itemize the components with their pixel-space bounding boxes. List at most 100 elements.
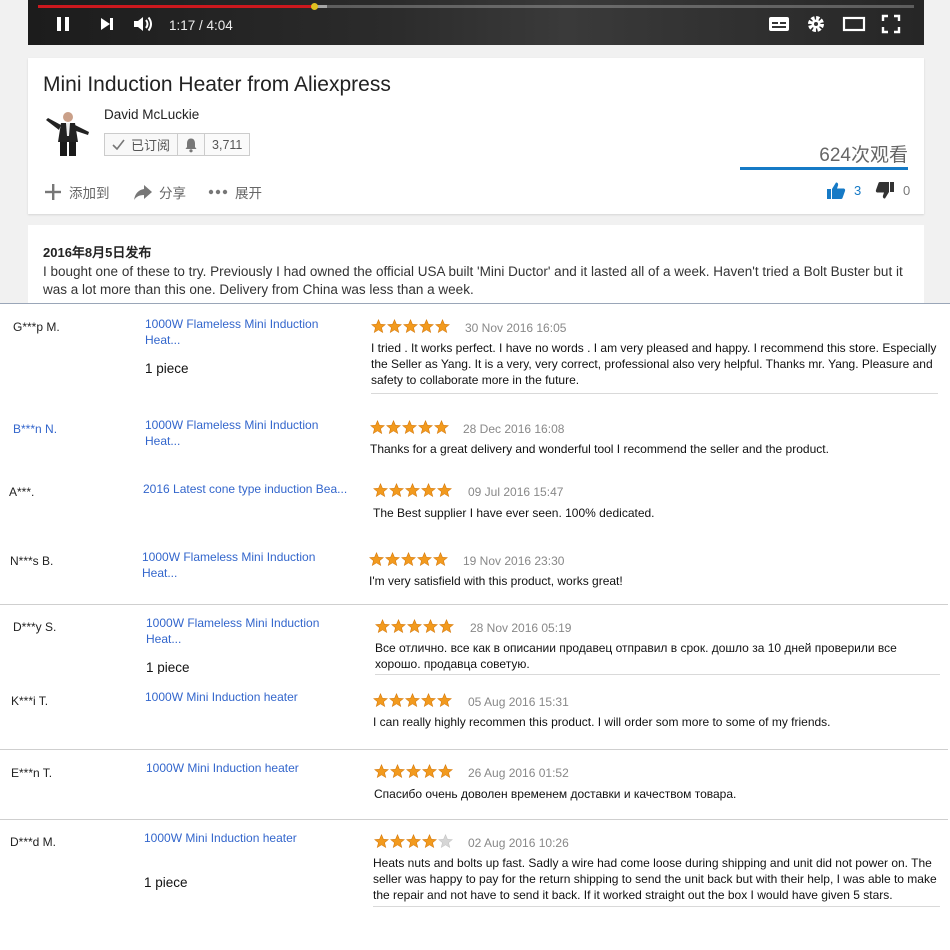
quantity: 1 piece	[145, 361, 189, 376]
time-readout: 1:17 / 4:04	[169, 18, 233, 33]
star-filled-icon	[369, 552, 384, 567]
review-text: I tried . It works perfect. I have no wo…	[371, 341, 937, 387]
notification-bell-button[interactable]	[178, 134, 206, 155]
row-divider	[375, 674, 940, 675]
buyer-name: N***s B.	[10, 554, 54, 568]
product-link[interactable]: 1000W Flameless Mini Induction Heat...	[146, 615, 336, 647]
pause-button[interactable]	[54, 15, 72, 37]
theater-icon	[842, 15, 866, 38]
thumbs-up-icon	[826, 181, 846, 200]
star-filled-icon	[422, 834, 437, 849]
dislike-button[interactable]: 0	[875, 181, 910, 200]
channel-avatar[interactable]	[42, 106, 94, 158]
star-rating	[373, 483, 452, 499]
review-date: 19 Nov 2016 23:30	[463, 554, 565, 568]
like-ratio-bar	[740, 167, 908, 170]
row-divider	[371, 393, 938, 394]
buyer-name: A***.	[9, 485, 35, 499]
product-link[interactable]: 1000W Mini Induction heater	[145, 689, 345, 705]
video-player[interactable]: 1:17 / 4:04	[28, 0, 924, 45]
next-button[interactable]	[98, 15, 116, 37]
product-link[interactable]: 1000W Flameless Mini Induction Heat...	[145, 316, 335, 348]
star-filled-icon	[407, 619, 422, 634]
volume-button[interactable]	[132, 15, 154, 37]
subscribe-group: 已订阅 3,711	[104, 133, 251, 156]
review-date: 28 Dec 2016 16:08	[463, 422, 565, 436]
youtube-panel: 1:17 / 4:04 Mini Induction Heater from A…	[0, 0, 950, 303]
gear-icon	[806, 14, 826, 39]
share-icon	[133, 183, 153, 201]
quantity: 1 piece	[144, 875, 188, 890]
progress-bar[interactable]	[38, 3, 914, 10]
star-filled-icon	[423, 619, 438, 634]
add-to-button[interactable]: 添加到	[44, 182, 110, 202]
subscribed-button[interactable]: 已订阅	[105, 134, 179, 155]
add-to-label: 添加到	[69, 186, 110, 201]
scrubber-handle[interactable]	[310, 3, 318, 10]
star-rating	[374, 764, 453, 780]
star-filled-icon	[435, 319, 450, 334]
subtitles-button[interactable]	[768, 15, 790, 37]
star-filled-icon	[371, 319, 386, 334]
review-text: Thanks for a great delivery and wonderfu…	[370, 442, 829, 456]
review-text: I can really highly recommen this produc…	[373, 715, 831, 729]
settings-button[interactable]	[806, 15, 826, 37]
review-date: 05 Aug 2016 15:31	[468, 695, 569, 709]
subtitles-icon	[768, 15, 790, 38]
star-filled-icon	[370, 420, 385, 435]
product-link[interactable]: 1000W Flameless Mini Induction Heat...	[145, 417, 335, 449]
section-divider	[0, 604, 948, 605]
product-link[interactable]: 1000W Mini Induction heater	[146, 760, 346, 776]
like-button[interactable]: 3	[826, 181, 861, 200]
description-card: 2016年8月5日发布 I bought one of these to try…	[28, 225, 924, 303]
star-rating	[369, 552, 448, 568]
review-text: The Best supplier I have ever seen. 100%…	[373, 506, 655, 520]
share-label: 分享	[159, 186, 186, 201]
pause-icon	[54, 15, 72, 38]
star-filled-icon	[437, 693, 452, 708]
product-link[interactable]: 1000W Mini Induction heater	[144, 830, 344, 846]
theater-mode-button[interactable]	[842, 15, 866, 37]
star-filled-icon	[403, 319, 418, 334]
star-filled-icon	[417, 552, 432, 567]
review-date: 02 Aug 2016 10:26	[468, 836, 569, 850]
review-date: 26 Aug 2016 01:52	[468, 766, 569, 780]
star-rating	[370, 420, 449, 436]
star-filled-icon	[421, 483, 436, 498]
buyer-name[interactable]: B***n N.	[13, 422, 57, 436]
star-filled-icon	[437, 483, 452, 498]
product-link[interactable]: 1000W Flameless Mini Induction Heat...	[142, 549, 332, 581]
quantity: 1 piece	[146, 660, 190, 674]
buyer-name: G***p M.	[13, 320, 60, 334]
star-filled-icon	[375, 619, 390, 634]
star-filled-icon	[373, 483, 388, 498]
star-filled-icon	[418, 420, 433, 435]
star-filled-icon	[386, 420, 401, 435]
star-filled-icon	[390, 834, 405, 849]
product-link[interactable]: 2016 Latest cone type induction Bea...	[143, 481, 358, 497]
fullscreen-button[interactable]	[881, 14, 901, 37]
star-rating	[375, 619, 454, 635]
more-button[interactable]: 展开	[208, 182, 262, 202]
checkmark-icon	[112, 139, 125, 150]
star-filled-icon	[401, 552, 416, 567]
more-label: 展开	[235, 186, 262, 201]
video-info-card: Mini Induction Heater from Aliexpress Da…	[28, 58, 924, 214]
star-filled-icon	[389, 483, 404, 498]
star-filled-icon	[385, 552, 400, 567]
share-button[interactable]: 分享	[133, 182, 186, 202]
subscriber-count: 3,711	[205, 134, 250, 155]
star-empty-icon	[438, 834, 453, 849]
subscribed-label: 已订阅	[131, 138, 171, 153]
star-filled-icon	[419, 319, 434, 334]
bell-icon	[183, 137, 199, 153]
star-filled-icon	[422, 764, 437, 779]
channel-name[interactable]: David McLuckie	[104, 107, 199, 122]
more-dots-icon	[208, 189, 228, 195]
publish-date: 2016年8月5日发布	[43, 245, 152, 260]
review-date: 28 Nov 2016 05:19	[470, 621, 572, 635]
description-text: I bought one of these to try. Previously…	[43, 264, 903, 297]
star-rating	[374, 834, 453, 850]
video-title: Mini Induction Heater from Aliexpress	[43, 73, 391, 96]
star-filled-icon	[373, 693, 388, 708]
